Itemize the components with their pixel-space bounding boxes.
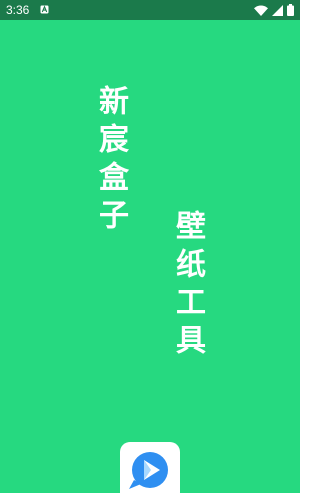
status-bar: 3:36	[0, 0, 300, 20]
a-badge-icon	[40, 5, 49, 14]
wifi-icon	[254, 5, 268, 16]
status-time: 3:36	[6, 3, 30, 17]
splash-screen: 3:36 新宸盒子 壁纸工具	[0, 0, 300, 493]
battery-icon	[287, 4, 294, 16]
app-title-line1: 新宸盒子	[93, 85, 128, 237]
cellular-signal-icon	[272, 4, 283, 16]
app-title-line2: 壁纸工具	[170, 210, 205, 362]
status-icons	[254, 4, 294, 16]
play-chat-bubble-icon	[120, 442, 180, 493]
